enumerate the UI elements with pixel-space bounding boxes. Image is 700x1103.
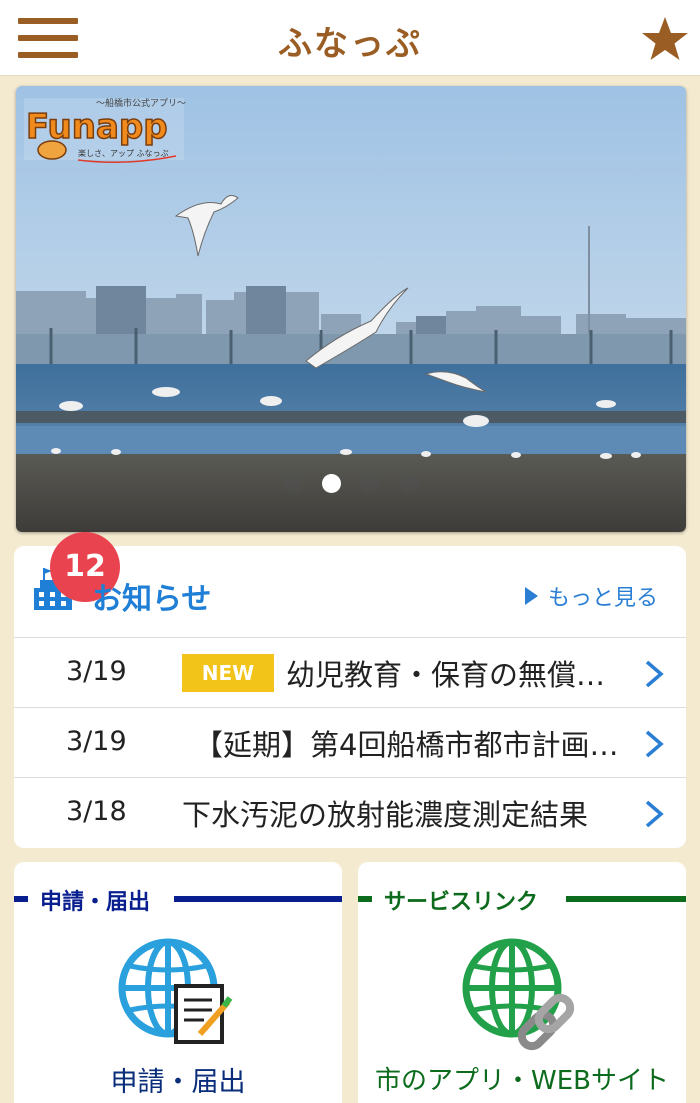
new-badge: NEW xyxy=(182,654,274,692)
application-tile-header: 申請・届出 xyxy=(14,884,342,915)
more-link[interactable]: もっと見る xyxy=(524,580,658,612)
news-item-title: 【延期】第4回船橋市都市計画審議会 xyxy=(194,728,620,762)
news-item-title: 下水汚泥の放射能濃度測定結果 xyxy=(182,798,589,832)
service-link-tile[interactable]: サービスリンク 市のアプリ・WEBサイト xyxy=(358,862,686,1103)
news-item[interactable]: 3/19 【延期】第4回船橋市都市計画審議会 xyxy=(14,708,686,778)
news-item[interactable]: 3/19 NEW 幼児教育・保育の無償化について xyxy=(14,638,686,708)
service-link-tile-header-label: サービスリンク xyxy=(384,890,539,915)
news-item-title: 幼児教育・保育の無償化について xyxy=(286,658,620,692)
globe-document-icon xyxy=(118,938,233,1044)
banner-photo: ～船橋市公式アプリ～ Funapp 楽しさ、アップ ふなっぷ xyxy=(16,86,686,532)
carousel-dot-1[interactable] xyxy=(283,474,302,493)
carousel-indicators xyxy=(16,474,686,493)
news-item-date: 3/18 xyxy=(66,796,127,827)
funapp-logo: ～船橋市公式アプリ～ Funapp 楽しさ、アップ ふなっぷ xyxy=(24,97,186,163)
app-header: ふなっぷ xyxy=(0,0,700,76)
chevron-right-icon xyxy=(645,800,664,828)
star-icon[interactable] xyxy=(640,14,690,64)
logo-tagline-bottom: 楽しさ、アップ ふなっぷ xyxy=(78,148,169,158)
service-link-tile-header: サービスリンク xyxy=(358,884,686,915)
carousel-dot-2[interactable] xyxy=(322,474,341,493)
app-title: ふなっぷ xyxy=(278,24,422,64)
more-link-label: もっと見る xyxy=(547,586,658,611)
application-tile[interactable]: 申請・届出 申請・届出 xyxy=(14,862,342,1103)
carousel-dot-3[interactable] xyxy=(361,474,380,493)
application-tile-header-label: 申請・届出 xyxy=(40,890,151,915)
news-title: お知らせ xyxy=(92,582,212,617)
news-card: 12 お知らせ もっと見る 3/19 NEW 幼児教育・保育の無償化について 3… xyxy=(14,532,686,848)
news-item-date: 3/19 xyxy=(66,656,127,687)
carousel-dot-4[interactable] xyxy=(400,474,419,493)
chevron-right-icon xyxy=(645,730,664,758)
globe-link-icon xyxy=(462,938,575,1051)
chevron-right-icon xyxy=(645,660,664,688)
triangle-right-icon xyxy=(524,587,538,605)
news-header: 12 お知らせ もっと見る xyxy=(14,532,686,638)
news-item-date: 3/19 xyxy=(66,726,127,757)
service-link-tile-caption: 市のアプリ・WEBサイト xyxy=(375,1066,669,1096)
banner-carousel[interactable]: ～船橋市公式アプリ～ Funapp 楽しさ、アップ ふなっぷ xyxy=(16,86,686,532)
application-tile-caption: 申請・届出 xyxy=(110,1067,246,1098)
news-item[interactable]: 3/18 下水汚泥の放射能濃度測定結果 xyxy=(14,778,686,848)
